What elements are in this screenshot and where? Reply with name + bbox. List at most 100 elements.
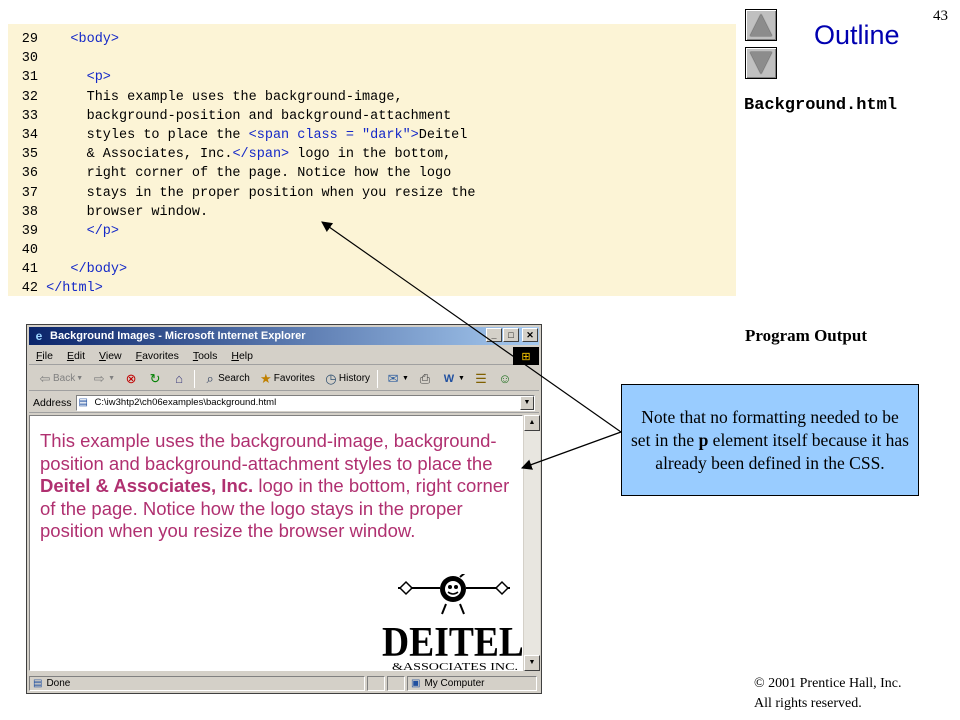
code-line: 32 This example uses the background-imag… xyxy=(8,88,736,107)
minimize-button[interactable]: _ xyxy=(486,328,502,342)
messenger-icon: ☺ xyxy=(498,370,512,386)
toolbar-separator xyxy=(377,369,379,388)
deitel-logo: DEITEL &ASSOCIATES INC. xyxy=(382,574,523,671)
callout-note: Note that no formatting needed to be set… xyxy=(621,384,919,496)
refresh-button[interactable]: ↻ xyxy=(143,369,167,389)
dark-span: Deitel & Associates, Inc. xyxy=(40,475,254,496)
vertical-scrollbar[interactable]: ▲ ▼ xyxy=(524,415,540,671)
line-number: 35 xyxy=(21,147,38,163)
code-line: 29 <body> xyxy=(8,30,736,49)
code-tag: </body> xyxy=(70,262,128,278)
code-plain: & Associates, Inc. xyxy=(38,147,233,163)
code-tag: </p> xyxy=(86,223,120,239)
menu-edit[interactable]: Edit xyxy=(60,350,92,362)
code-line: 35 & Associates, Inc.</span> logo in the… xyxy=(8,145,736,164)
stop-icon: ⊗ xyxy=(125,370,137,386)
menu-favorites[interactable]: Favorites xyxy=(129,350,186,362)
window-controls: _ □ ✕ xyxy=(486,328,538,342)
code-text: </body> xyxy=(38,260,127,279)
nav-up-icon xyxy=(750,14,772,36)
back-button[interactable]: ⇦ Back ▼ xyxy=(33,369,87,389)
forward-dropdown-icon: ▼ xyxy=(108,375,116,382)
code-tag: </html> xyxy=(46,281,103,297)
code-line: 40 xyxy=(8,241,736,260)
edit-button[interactable]: W ▼ xyxy=(437,369,469,389)
search-icon: ⌕ xyxy=(206,370,214,386)
line-number: 37 xyxy=(21,185,38,201)
line-number: 34 xyxy=(21,127,38,143)
menu-tools[interactable]: Tools xyxy=(186,350,225,362)
line-number: 29 xyxy=(21,32,38,47)
search-button[interactable]: ⌕ Search xyxy=(198,369,254,389)
next-slide-button[interactable] xyxy=(745,47,777,79)
previous-slide-button[interactable] xyxy=(745,9,777,41)
page-icon: ▤ xyxy=(78,396,88,408)
code-line: 38 browser window. xyxy=(8,203,736,222)
line-number: 32 xyxy=(21,89,38,105)
code-plain xyxy=(38,281,46,296)
code-text: browser window. xyxy=(38,203,209,222)
back-icon: ⇦ xyxy=(39,370,51,386)
messenger-button[interactable]: ☺ xyxy=(493,369,517,389)
line-number: 38 xyxy=(21,204,38,220)
code-plain xyxy=(38,224,87,239)
windows-logo-icon: ⊞ xyxy=(521,350,531,363)
toolbar: ⇦ Back ▼ ⇨ ▼ ⊗ ↻ ⌂ ⌕ Search ★ Favorites ◷ Hist… xyxy=(29,367,539,391)
scroll-down-button[interactable]: ▼ xyxy=(524,655,540,671)
forward-button[interactable]: ⇨ ▼ xyxy=(87,369,119,389)
code-line: 42 </html> xyxy=(8,279,736,298)
page-paragraph: This example uses the background-image, … xyxy=(40,430,510,541)
address-dropdown-button[interactable]: ▼ xyxy=(520,395,534,410)
menu-file[interactable]: File xyxy=(29,350,60,362)
code-text: This example uses the background-image, xyxy=(38,88,403,107)
logo-word: DEITEL xyxy=(382,620,523,666)
history-icon: ◷ xyxy=(325,370,337,386)
mail-icon: ✉ xyxy=(387,370,399,386)
code-line: 34 styles to place the <span class = "da… xyxy=(8,126,736,145)
code-tag: <p> xyxy=(86,70,111,86)
scroll-up-button[interactable]: ▲ xyxy=(524,415,540,431)
copyright: © 2001 Prentice Hall, Inc. All rights re… xyxy=(754,674,902,714)
close-button[interactable]: ✕ xyxy=(522,328,538,342)
maximize-button[interactable]: □ xyxy=(503,328,519,342)
mail-button[interactable]: ✉ ▼ xyxy=(381,369,413,389)
code-line: 39 </p> xyxy=(8,222,736,241)
edit-dropdown-icon: ▼ xyxy=(457,375,465,382)
history-button[interactable]: ◷ History xyxy=(319,369,374,389)
code-line: 37 stays in the proper position when you… xyxy=(8,184,736,203)
code-plain xyxy=(38,70,87,85)
outline-title[interactable]: Outline xyxy=(814,20,900,51)
logo-sub: &ASSOCIATES INC. xyxy=(392,661,518,671)
copyright-line1: © 2001 Prentice Hall, Inc. xyxy=(754,676,902,691)
code-listing: 29 <body> 30 31 <p> 32 This example uses th… xyxy=(8,24,736,296)
code-plain: right corner of the page. Notice how the… xyxy=(38,166,452,182)
stop-button[interactable]: ⊗ xyxy=(119,369,143,389)
computer-icon: ▣ xyxy=(411,678,421,689)
status-cell xyxy=(387,676,405,691)
edit-icon: W xyxy=(443,372,455,385)
code-plain xyxy=(38,262,70,277)
code-plain: background-position and background-attac… xyxy=(38,108,452,124)
menu-help[interactable]: Help xyxy=(224,350,260,362)
line-number: 41 xyxy=(21,262,38,278)
nav-down-icon xyxy=(750,52,772,74)
discuss-button[interactable]: ☰ xyxy=(469,369,493,389)
menu-bar: File Edit View Favorites Tools Help xyxy=(29,347,539,365)
code-plain: logo in the bottom, xyxy=(289,147,452,163)
deitel-logo-emblem xyxy=(398,574,510,615)
code-plain: browser window. xyxy=(38,204,209,220)
code-line: 36 right corner of the page. Notice how … xyxy=(8,164,736,183)
toolbar-separator xyxy=(194,369,196,388)
code-tag: </span> xyxy=(232,147,290,163)
home-button[interactable]: ⌂ xyxy=(167,369,191,389)
code-text: & Associates, Inc.</span> logo in the bo… xyxy=(38,145,452,164)
status-cell xyxy=(367,676,385,691)
code-tag: <span class = "dark"> xyxy=(248,127,419,143)
menu-view[interactable]: View xyxy=(92,350,129,362)
line-number: 39 xyxy=(21,223,38,239)
address-input[interactable]: ▤ C:\iw3htp2\ch06examples\background.htm… xyxy=(75,394,535,411)
favorites-button[interactable]: ★ Favorites xyxy=(254,369,319,389)
status-bar: ▤ Done ▣ My Computer xyxy=(29,675,539,692)
browser-title-bar[interactable]: e Background Images - Microsoft Internet… xyxy=(29,327,539,345)
print-button[interactable]: ⎙ xyxy=(413,369,437,389)
